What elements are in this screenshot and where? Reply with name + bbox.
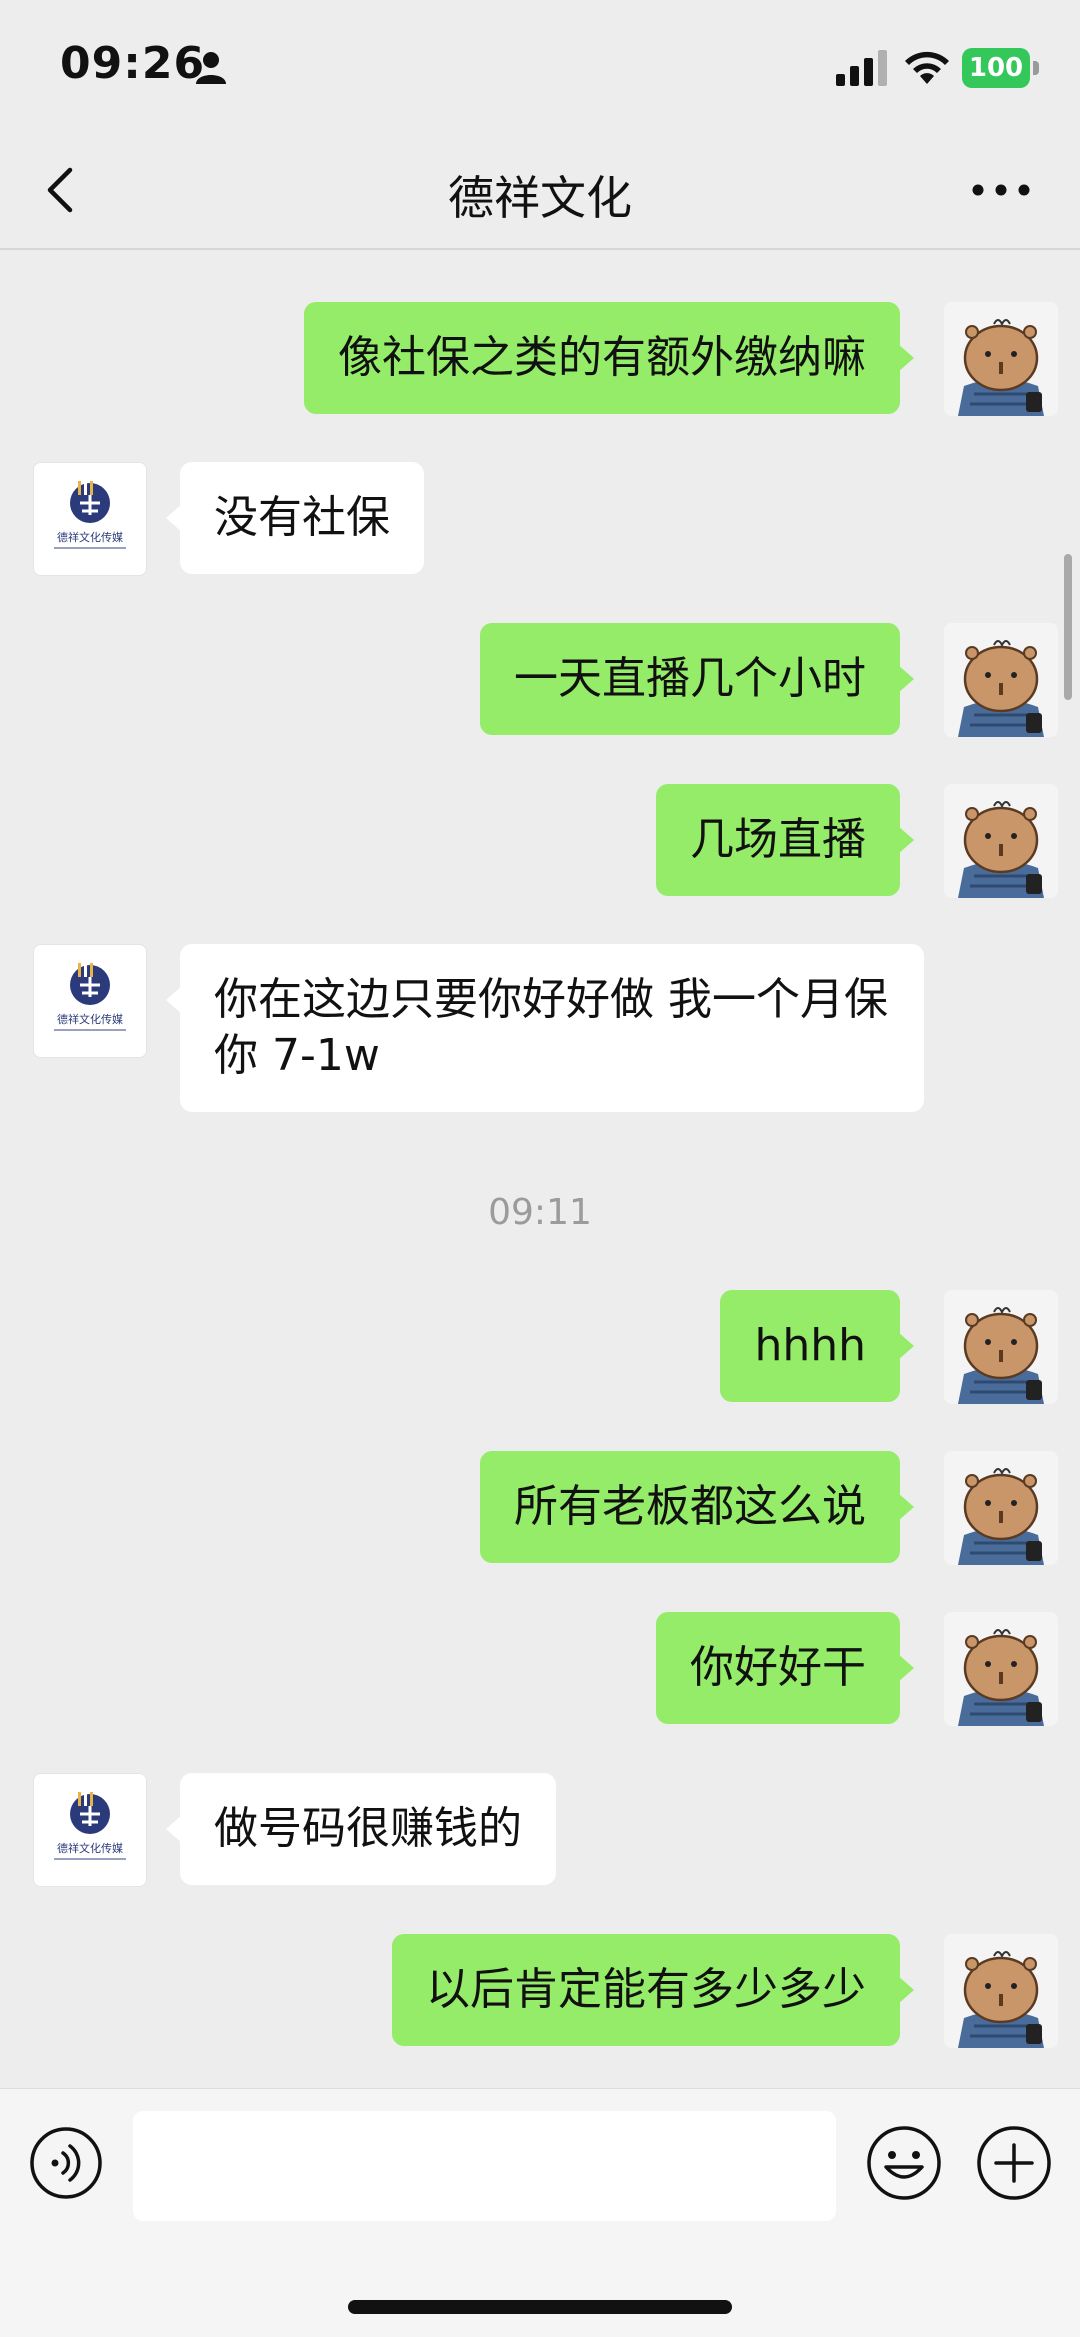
capybara-avatar-icon	[944, 1451, 1058, 1565]
wifi-icon	[905, 51, 949, 84]
capybara-avatar-icon	[944, 1934, 1058, 2048]
contact-avatar[interactable]: 德祥文化传媒	[33, 1773, 147, 1887]
message-bubble-received[interactable]: 没有社保	[166, 462, 424, 574]
message-bubble-sent[interactable]: hhhh	[720, 1290, 914, 1402]
my-avatar[interactable]	[944, 1612, 1058, 1726]
contact-avatar[interactable]: 德祥文化传媒	[33, 944, 147, 1058]
capybara-avatar-icon	[944, 1612, 1058, 1726]
capybara-avatar-icon	[944, 1290, 1058, 1404]
logo-caption: 德祥文化传媒	[57, 1012, 123, 1026]
status-time: 09:26	[60, 38, 206, 89]
battery-tip	[1033, 61, 1039, 75]
message-bubble-sent[interactable]: 以后肯定能有多少多少	[392, 1934, 914, 2046]
message-list[interactable]: 像社保之类的有额外缴纳嘛 德祥文化传媒 没有社保 一天直播几个小时 几场直播 德…	[0, 252, 1080, 2088]
voice-input-icon[interactable]	[28, 2125, 104, 2201]
my-avatar[interactable]	[944, 1451, 1058, 1565]
capybara-avatar-icon	[944, 784, 1058, 898]
message-bubble-sent[interactable]: 你好好干	[656, 1612, 914, 1724]
emoji-icon[interactable]	[864, 2123, 944, 2203]
logo-caption: 德祥文化传媒	[57, 530, 123, 544]
capybara-avatar-icon	[944, 623, 1058, 737]
message-bubble-received[interactable]: 做号码很赚钱的	[166, 1773, 556, 1885]
message-bubble-sent[interactable]: 所有老板都这么说	[480, 1451, 914, 1563]
message-bubble-received[interactable]: 你在这边只要你好好做 我一个月保你 7-1w	[166, 944, 924, 1112]
company-logo-icon: 德祥文化传媒	[34, 945, 146, 1057]
battery-indicator: 100	[962, 48, 1042, 88]
home-indicator[interactable]	[348, 2300, 732, 2314]
capybara-avatar-icon	[944, 302, 1058, 416]
more-options-button[interactable]	[966, 160, 1036, 220]
my-avatar[interactable]	[944, 623, 1058, 737]
company-logo-icon: 德祥文化传媒	[34, 1774, 146, 1886]
message-input[interactable]	[133, 2111, 836, 2221]
my-avatar[interactable]	[944, 784, 1058, 898]
status-bar: 09:26 100	[0, 0, 1080, 132]
add-attachment-icon[interactable]	[974, 2123, 1054, 2203]
my-avatar[interactable]	[944, 1290, 1058, 1404]
nav-bar: 德祥文化	[0, 132, 1080, 250]
my-avatar[interactable]	[944, 1934, 1058, 2048]
company-logo-icon: 德祥文化传媒	[34, 463, 146, 575]
signal-icon	[836, 50, 887, 86]
message-bubble-sent[interactable]: 一天直播几个小时	[480, 623, 914, 735]
battery-level: 100	[962, 48, 1030, 88]
message-timestamp: 09:11	[488, 1192, 592, 1233]
scroll-indicator[interactable]	[1064, 554, 1072, 700]
chat-screen: 09:26 100 德祥文化 像社保之类的有额外缴纳嘛 德祥文化传媒 没有社保 …	[0, 0, 1080, 2337]
my-avatar[interactable]	[944, 302, 1058, 416]
logo-caption: 德祥文化传媒	[57, 1841, 123, 1855]
message-bubble-sent[interactable]: 几场直播	[656, 784, 914, 896]
chat-title: 德祥文化	[448, 171, 632, 225]
person-icon	[196, 52, 226, 84]
message-bubble-sent[interactable]: 像社保之类的有额外缴纳嘛	[304, 302, 914, 414]
contact-avatar[interactable]: 德祥文化传媒	[33, 462, 147, 576]
